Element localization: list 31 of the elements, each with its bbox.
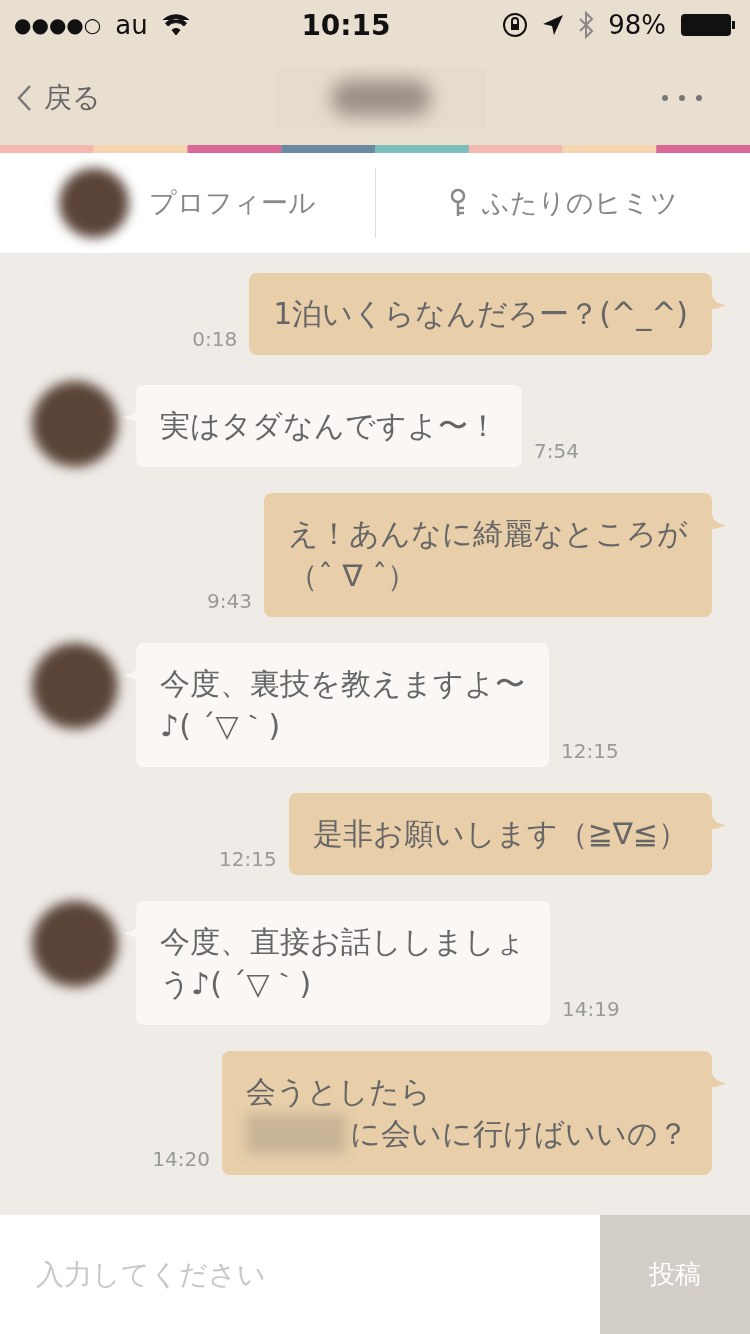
avatar [58, 168, 129, 238]
message-text: う♪( ´▽｀) [160, 965, 312, 1003]
message-time: 12:15 [561, 739, 619, 763]
message-text: 実はタダなんですよ〜！ [160, 407, 498, 445]
status-time: 10:15 [300, 8, 392, 42]
rotation-lock-icon [502, 12, 529, 38]
message-text: 今度、裏技を教えますよ〜 [160, 665, 525, 703]
message-text: 今度、直接お話ししましょ [160, 923, 526, 961]
message-text: 会うとしたら [246, 1073, 431, 1111]
message-text: ♪( ´▽｀) [160, 707, 281, 745]
chevron-left-icon [16, 83, 32, 112]
message-text: え！あんなに綺麗なところが [288, 515, 688, 553]
signal-strength: ●●●●○ [14, 13, 102, 37]
message-time: 14:19 [562, 997, 620, 1021]
battery-icon [680, 13, 736, 37]
back-button[interactable]: 戻る [16, 78, 101, 117]
message-time: 12:15 [219, 847, 277, 871]
battery-percentage: 98% [608, 10, 666, 40]
message-time: 14:20 [152, 1147, 210, 1171]
more-icon[interactable] [660, 92, 704, 103]
message-text: に会いに行けばいいの？ [350, 1115, 688, 1153]
carrier-name: au [115, 10, 148, 40]
location-arrow-icon [542, 14, 565, 36]
bluetooth-icon [578, 11, 595, 39]
message-text: 1泊いくらなんだろー？(^_^) [273, 295, 688, 333]
message-text: 是非お願いします（≧∇≦） [312, 815, 688, 853]
wifi-icon [161, 14, 190, 36]
message-time: 0:18 [192, 327, 238, 351]
message-time: 7:54 [534, 439, 579, 463]
message-time: 9:43 [207, 589, 252, 613]
message-text: （ˆ ∇ ˆ） [288, 557, 418, 595]
